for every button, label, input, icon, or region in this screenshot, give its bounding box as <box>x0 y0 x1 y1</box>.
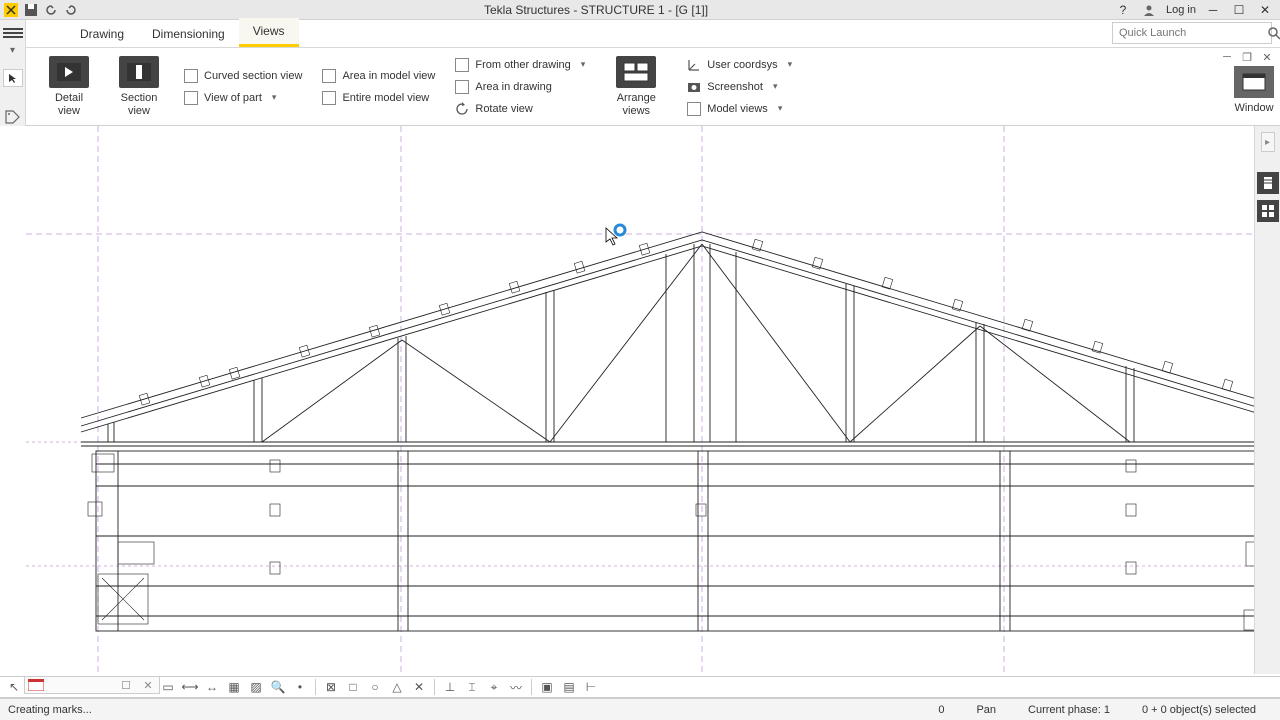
tag-tool-icon[interactable] <box>3 109 23 126</box>
section-tool-icon[interactable]: ⊢ <box>581 678 601 696</box>
quick-launch-input[interactable] <box>1113 25 1267 41</box>
square-tool-icon[interactable]: □ <box>343 678 363 696</box>
circle-tool-icon[interactable]: ○ <box>365 678 385 696</box>
section-view-button[interactable]: Section view <box>106 48 172 125</box>
mid-tool-icon[interactable]: ⌶ <box>462 678 482 696</box>
tab-dimensioning[interactable]: Dimensioning <box>138 21 239 47</box>
frame-tool-icon[interactable]: ▭ <box>158 678 178 696</box>
minimize-icon[interactable]: ─ <box>1204 1 1222 19</box>
window-title: Tekla Structures - STRUCTURE 1 - [G [1]] <box>78 3 1114 17</box>
app-icon <box>4 3 18 17</box>
cursor-tool-icon[interactable] <box>3 69 23 87</box>
login-link[interactable]: Log in <box>1166 4 1196 16</box>
drawing-canvas[interactable] <box>26 126 1280 674</box>
area-drawing-label: Area in drawing <box>475 81 551 93</box>
triangle-tool-icon[interactable]: △ <box>387 678 407 696</box>
arrange-views-button[interactable]: Arrange views <box>597 48 675 125</box>
title-bar: Tekla Structures - STRUCTURE 1 - [G [1]]… <box>0 0 1280 20</box>
snap-tool-icon[interactable]: ⌖ <box>484 678 504 696</box>
dim2-tool-icon[interactable]: ↔ <box>202 678 222 696</box>
save-icon[interactable] <box>24 3 38 17</box>
status-message: Creating marks... <box>8 704 308 716</box>
dim-tool-icon[interactable]: ⟷ <box>180 678 200 696</box>
login-icon[interactable] <box>1140 1 1158 19</box>
from-other-drawing-button[interactable]: From other drawing <box>455 58 585 72</box>
status-mode: Pan <box>960 704 1012 716</box>
screenshot-label: Screenshot <box>707 81 763 93</box>
redo-icon[interactable] <box>64 3 78 17</box>
point-tool-icon[interactable]: • <box>290 678 310 696</box>
screenshot-button[interactable]: Screenshot <box>687 80 792 94</box>
right-panel-strip: ▸ <box>1254 126 1280 674</box>
zoom-tool-icon[interactable]: 🔍 <box>268 678 288 696</box>
maximize-icon[interactable]: ☐ <box>1230 1 1248 19</box>
quick-launch[interactable] <box>1112 22 1272 44</box>
hatch-tool-icon[interactable]: ▨ <box>246 678 266 696</box>
sub-minimize-icon[interactable]: ─ <box>1220 50 1234 64</box>
del-tool-icon[interactable]: ⊠ <box>321 678 341 696</box>
curved-section-label: Curved section view <box>204 70 302 82</box>
sub-window-restore-icon[interactable]: ☐ <box>115 679 137 692</box>
perp-tool-icon[interactable]: ⊥ <box>440 678 460 696</box>
close-icon[interactable]: ✕ <box>1256 1 1274 19</box>
detail-view-button[interactable]: Detail view <box>36 48 102 125</box>
collapse-panel-icon[interactable]: ▸ <box>1261 132 1275 152</box>
status-phase: Current phase: 1 <box>1012 704 1126 716</box>
entire-model-label: Entire model view <box>342 92 429 104</box>
view-of-part-label: View of part <box>204 92 262 104</box>
area-model-label: Area in model view <box>342 70 435 82</box>
curve-tool-icon[interactable]: 〰 <box>506 678 526 696</box>
rotate-view-label: Rotate view <box>475 103 532 115</box>
section-view-label: Section view <box>116 92 162 116</box>
status-selection: 0 + 0 object(s) selected <box>1126 704 1272 716</box>
toggle1-tool-icon[interactable]: ▣ <box>537 678 557 696</box>
rotate-view-button[interactable]: Rotate view <box>455 102 585 116</box>
ribbon-tabs: Drawing Dimensioning Views <box>0 20 1280 48</box>
sub-restore-icon[interactable]: ❐ <box>1240 50 1254 64</box>
user-coordsys-button[interactable]: User coordsys <box>687 58 792 72</box>
sub-window-icon <box>25 677 47 693</box>
grid-tool-icon[interactable]: ▦ <box>224 678 244 696</box>
bottom-toolbar: ↖ ╱ T ↘ ✎ ▭ ⟷ ↔ ▦ ▨ 🔍 • ⊠ □ ○ △ ✕ ⊥ ⌶ ⌖ … <box>0 676 1280 698</box>
select-tool-icon[interactable]: ↖ <box>4 678 24 696</box>
curved-section-button[interactable]: Curved section view <box>184 69 302 83</box>
entire-model-view-button[interactable]: Entire model view <box>322 91 435 105</box>
sub-window-close-icon[interactable]: ✕ <box>137 679 159 692</box>
model-views-label: Model views <box>707 103 768 115</box>
model-views-button[interactable]: Model views <box>687 102 792 116</box>
hamburger-icon[interactable] <box>3 24 23 41</box>
user-coordsys-label: User coordsys <box>707 59 777 71</box>
area-model-view-button[interactable]: Area in model view <box>322 69 435 83</box>
window-button[interactable]: Window <box>1234 66 1274 114</box>
undo-icon[interactable] <box>44 3 58 17</box>
help-icon[interactable]: ? <box>1114 1 1132 19</box>
area-in-drawing-button[interactable]: Area in drawing <box>455 80 585 94</box>
from-other-label: From other drawing <box>475 59 570 71</box>
menu-chevron-down-icon[interactable]: ▾ <box>10 45 15 56</box>
window-label: Window <box>1234 102 1273 114</box>
sub-window-chrome: ☐ ✕ <box>24 676 160 694</box>
left-menu-strip: ▾ <box>0 20 26 126</box>
tab-views[interactable]: Views <box>239 18 299 47</box>
properties-panel-icon[interactable] <box>1257 172 1279 194</box>
status-bar: Creating marks... 0 Pan Current phase: 1… <box>0 698 1280 720</box>
arrange-views-label: Arrange views <box>607 92 665 116</box>
ribbon-panel: Detail view Section view Curved section … <box>0 48 1280 126</box>
status-zero: 0 <box>922 704 960 716</box>
sub-close-icon[interactable]: ✕ <box>1260 50 1274 64</box>
detail-view-label: Detail view <box>46 92 92 116</box>
view-of-part-button[interactable]: View of part <box>184 91 302 105</box>
toggle2-tool-icon[interactable]: ▤ <box>559 678 579 696</box>
components-panel-icon[interactable] <box>1257 200 1279 222</box>
search-icon[interactable] <box>1267 26 1280 40</box>
cross-tool-icon[interactable]: ✕ <box>409 678 429 696</box>
tab-drawing[interactable]: Drawing <box>66 21 138 47</box>
